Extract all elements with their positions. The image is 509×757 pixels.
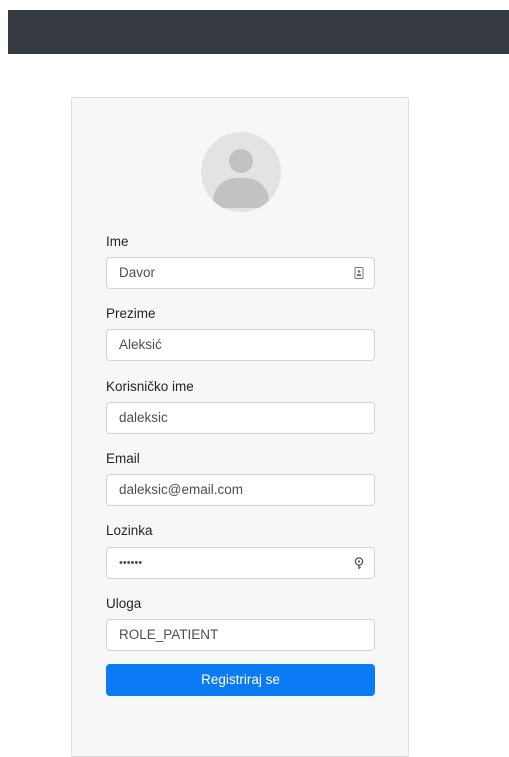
password-value: •••••• [119,557,143,569]
password-label: Lozinka [106,523,153,538]
role-input[interactable]: ROLE_PATIENT [106,619,375,651]
password-input[interactable]: •••••• [106,547,375,579]
register-button[interactable]: Registriraj se [106,664,375,696]
email-value: daleksic@email.com [119,482,243,497]
first-name-label: Ime [106,234,129,249]
avatar-head [229,149,253,173]
first-name-input[interactable]: Davor [106,257,375,289]
email-label: Email [106,451,140,466]
avatar-body [213,178,269,208]
username-value: daleksic [119,410,168,425]
role-label: Uloga [106,596,142,611]
last-name-value: Aleksić [119,337,162,352]
first-name-value: Davor [119,265,156,280]
user-avatar-icon [201,132,281,212]
role-value: ROLE_PATIENT [119,627,219,642]
registration-card: Ime Davor Prezime Aleksić Korisničko ime… [71,97,409,757]
email-input[interactable]: daleksic@email.com [106,474,375,506]
last-name-label: Prezime [106,306,156,321]
key-icon[interactable] [352,556,366,570]
username-label: Korisničko ime [106,379,194,394]
top-navbar [8,10,509,54]
last-name-input[interactable]: Aleksić [106,329,375,361]
username-input[interactable]: daleksic [106,402,375,434]
contact-card-icon[interactable] [352,266,366,280]
